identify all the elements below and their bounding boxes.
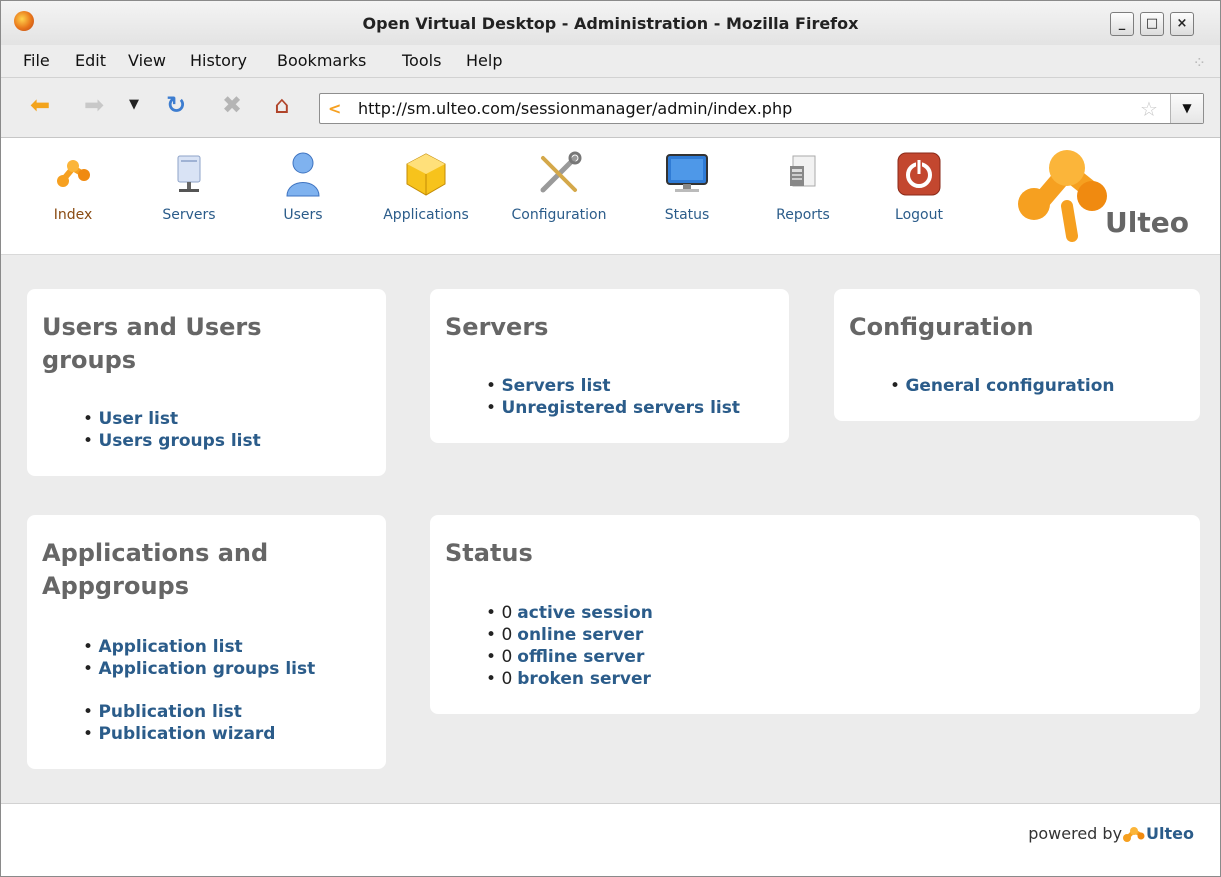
nav-label: Servers bbox=[162, 207, 216, 223]
window-title: Open Virtual Desktop - Administration - … bbox=[362, 14, 859, 33]
status-item: 0broken server bbox=[486, 668, 653, 690]
panel-configuration: Configuration General configuration bbox=[834, 289, 1200, 421]
panel-servers: Servers Servers list Unregistered server… bbox=[430, 289, 789, 443]
history-dropdown-icon[interactable]: ▼ bbox=[119, 92, 149, 118]
status-item: 0offline server bbox=[486, 646, 653, 668]
nav-servers[interactable]: Servers bbox=[139, 150, 239, 223]
page-footer: powered by Ulteo bbox=[1, 803, 1220, 876]
monitor-icon bbox=[666, 154, 708, 192]
stop-icon[interactable]: ✖ bbox=[217, 92, 247, 118]
application-list-link[interactable]: Application list bbox=[83, 636, 315, 658]
user-list-link[interactable]: User list bbox=[83, 408, 261, 430]
cube-icon bbox=[406, 153, 446, 196]
url-text[interactable]: http://sm.ulteo.com/sessionmanager/admin… bbox=[358, 99, 792, 118]
nav-label: Users bbox=[283, 207, 323, 223]
status-item: 0online server bbox=[486, 624, 653, 646]
menu-bar: File Edit View History Bookmarks Tools H… bbox=[1, 45, 1220, 78]
nav-index[interactable]: Index bbox=[23, 150, 123, 223]
tools-icon bbox=[540, 151, 582, 193]
panel-title: Applications and Appgroups bbox=[42, 539, 269, 600]
broken-server-link[interactable]: broken server bbox=[517, 669, 651, 689]
footer-brand-link[interactable]: Ulteo bbox=[1146, 824, 1194, 843]
server-icon bbox=[177, 155, 201, 192]
back-icon[interactable]: ⬅ bbox=[25, 92, 55, 118]
application-groups-list-link[interactable]: Application groups list bbox=[83, 658, 315, 680]
page-content: Index Servers Users Applications Configu… bbox=[1, 138, 1220, 876]
general-configuration-link[interactable]: General configuration bbox=[890, 375, 1114, 397]
url-bar[interactable]: < http://sm.ulteo.com/sessionmanager/adm… bbox=[319, 93, 1204, 124]
online-server-link[interactable]: online server bbox=[517, 625, 643, 645]
link-list: User list Users groups list bbox=[83, 408, 261, 452]
offline-server-link[interactable]: offline server bbox=[517, 647, 644, 667]
nav-configuration[interactable]: Configuration bbox=[509, 150, 609, 223]
nav-label: Status bbox=[664, 207, 710, 223]
throbber-icon: ⁘ bbox=[1192, 53, 1206, 72]
link-list: Publication list Publication wizard bbox=[83, 701, 275, 745]
publication-wizard-link[interactable]: Publication wizard bbox=[83, 723, 275, 745]
browser-window: Open Virtual Desktop - Administration - … bbox=[0, 0, 1221, 877]
user-icon bbox=[286, 152, 320, 197]
minimize-button[interactable]: _ bbox=[1110, 12, 1134, 36]
forward-icon[interactable]: ➡ bbox=[79, 92, 109, 118]
servers-list-link[interactable]: Servers list bbox=[486, 375, 740, 397]
menu-help[interactable]: Help bbox=[466, 51, 502, 70]
active-session-link[interactable]: active session bbox=[517, 603, 653, 623]
menu-bookmarks[interactable]: Bookmarks bbox=[277, 51, 366, 70]
close-button[interactable]: × bbox=[1170, 12, 1194, 36]
nav-reports[interactable]: Reports bbox=[753, 150, 853, 223]
nav-label: Configuration bbox=[511, 207, 607, 223]
ulteo-logo-icon bbox=[57, 160, 90, 187]
menu-tools[interactable]: Tools bbox=[402, 51, 441, 70]
reload-icon[interactable]: ↻ bbox=[161, 92, 191, 118]
publication-list-link[interactable]: Publication list bbox=[83, 701, 275, 723]
menu-edit[interactable]: Edit bbox=[75, 51, 106, 70]
power-icon bbox=[897, 152, 941, 196]
report-icon bbox=[790, 155, 816, 187]
panel-title: Servers bbox=[445, 313, 549, 341]
panel-title: Configuration bbox=[849, 313, 1034, 341]
link-list: Application list Application groups list bbox=[83, 636, 315, 680]
panel-title: Status bbox=[445, 539, 533, 567]
nav-logout[interactable]: Logout bbox=[869, 150, 969, 223]
panel-status: Status 0active session 0online server 0o… bbox=[430, 515, 1200, 714]
ulteo-brand-logo: Ulteo bbox=[1012, 146, 1202, 246]
nav-label: Logout bbox=[895, 207, 943, 223]
nav-applications[interactable]: Applications bbox=[376, 150, 476, 223]
status-list: 0active session 0online server 0offline … bbox=[486, 602, 653, 690]
menu-view[interactable]: View bbox=[128, 51, 166, 70]
powered-by-text: powered by bbox=[1028, 824, 1123, 843]
panel-applications: Applications and Appgroups Application l… bbox=[27, 515, 386, 769]
url-dropdown-icon[interactable]: ▼ bbox=[1170, 94, 1203, 123]
nav-label: Reports bbox=[776, 207, 830, 223]
bookmark-star-icon[interactable]: ☆ bbox=[1140, 97, 1158, 121]
logo-text: Ulteo bbox=[1105, 206, 1189, 239]
panel-title: Users and Users groups bbox=[42, 313, 262, 374]
admin-nav: Index Servers Users Applications Configu… bbox=[1, 138, 1220, 255]
site-favicon-icon: < bbox=[328, 99, 342, 118]
maximize-button[interactable]: □ bbox=[1140, 12, 1164, 36]
link-list: General configuration bbox=[890, 375, 1114, 397]
ulteo-mini-logo-icon bbox=[1123, 826, 1145, 842]
link-list: Servers list Unregistered servers list bbox=[486, 375, 740, 419]
users-groups-list-link[interactable]: Users groups list bbox=[83, 430, 260, 452]
panel-users: Users and Users groups User list Users g… bbox=[27, 289, 386, 476]
nav-label: Applications bbox=[383, 207, 469, 223]
powered-by: powered by Ulteo bbox=[1028, 824, 1194, 845]
title-bar: Open Virtual Desktop - Administration - … bbox=[1, 1, 1220, 45]
home-icon[interactable]: ⌂ bbox=[267, 92, 297, 118]
menu-history[interactable]: History bbox=[190, 51, 247, 70]
nav-users[interactable]: Users bbox=[253, 150, 353, 223]
nav-label: Index bbox=[53, 207, 93, 223]
nav-status[interactable]: Status bbox=[637, 150, 737, 223]
status-item: 0active session bbox=[486, 602, 653, 624]
unregistered-servers-list-link[interactable]: Unregistered servers list bbox=[486, 397, 740, 419]
menu-file[interactable]: File bbox=[23, 51, 50, 70]
